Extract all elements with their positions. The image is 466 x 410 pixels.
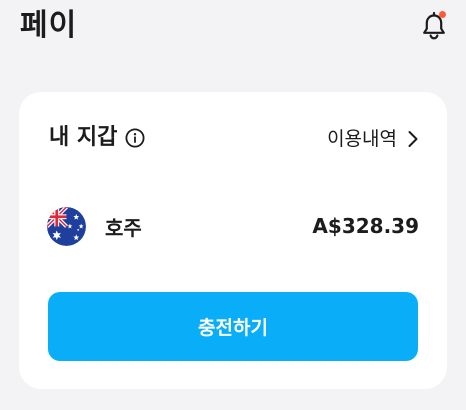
australia-flag-icon	[47, 206, 86, 246]
wallet-card: 내 지갑 이용내역 호주 A$328.39 충전하기	[19, 92, 447, 389]
history-link[interactable]: 이용내역	[327, 126, 419, 152]
chevron-right-icon	[408, 131, 418, 147]
notification-badge	[439, 11, 446, 18]
currency-amount: A$328.39	[312, 214, 419, 238]
info-icon[interactable]	[125, 128, 145, 148]
wallet-title: 내 지갑	[49, 125, 118, 150]
currency-name: 호주	[105, 215, 142, 240]
charge-button[interactable]: 충전하기	[48, 292, 418, 361]
wallet-header: 내 지갑	[49, 123, 145, 153]
page-title: 페이	[20, 8, 78, 43]
history-label: 이용내역	[327, 128, 397, 150]
currency-row[interactable]: 호주 A$328.39	[47, 206, 419, 246]
